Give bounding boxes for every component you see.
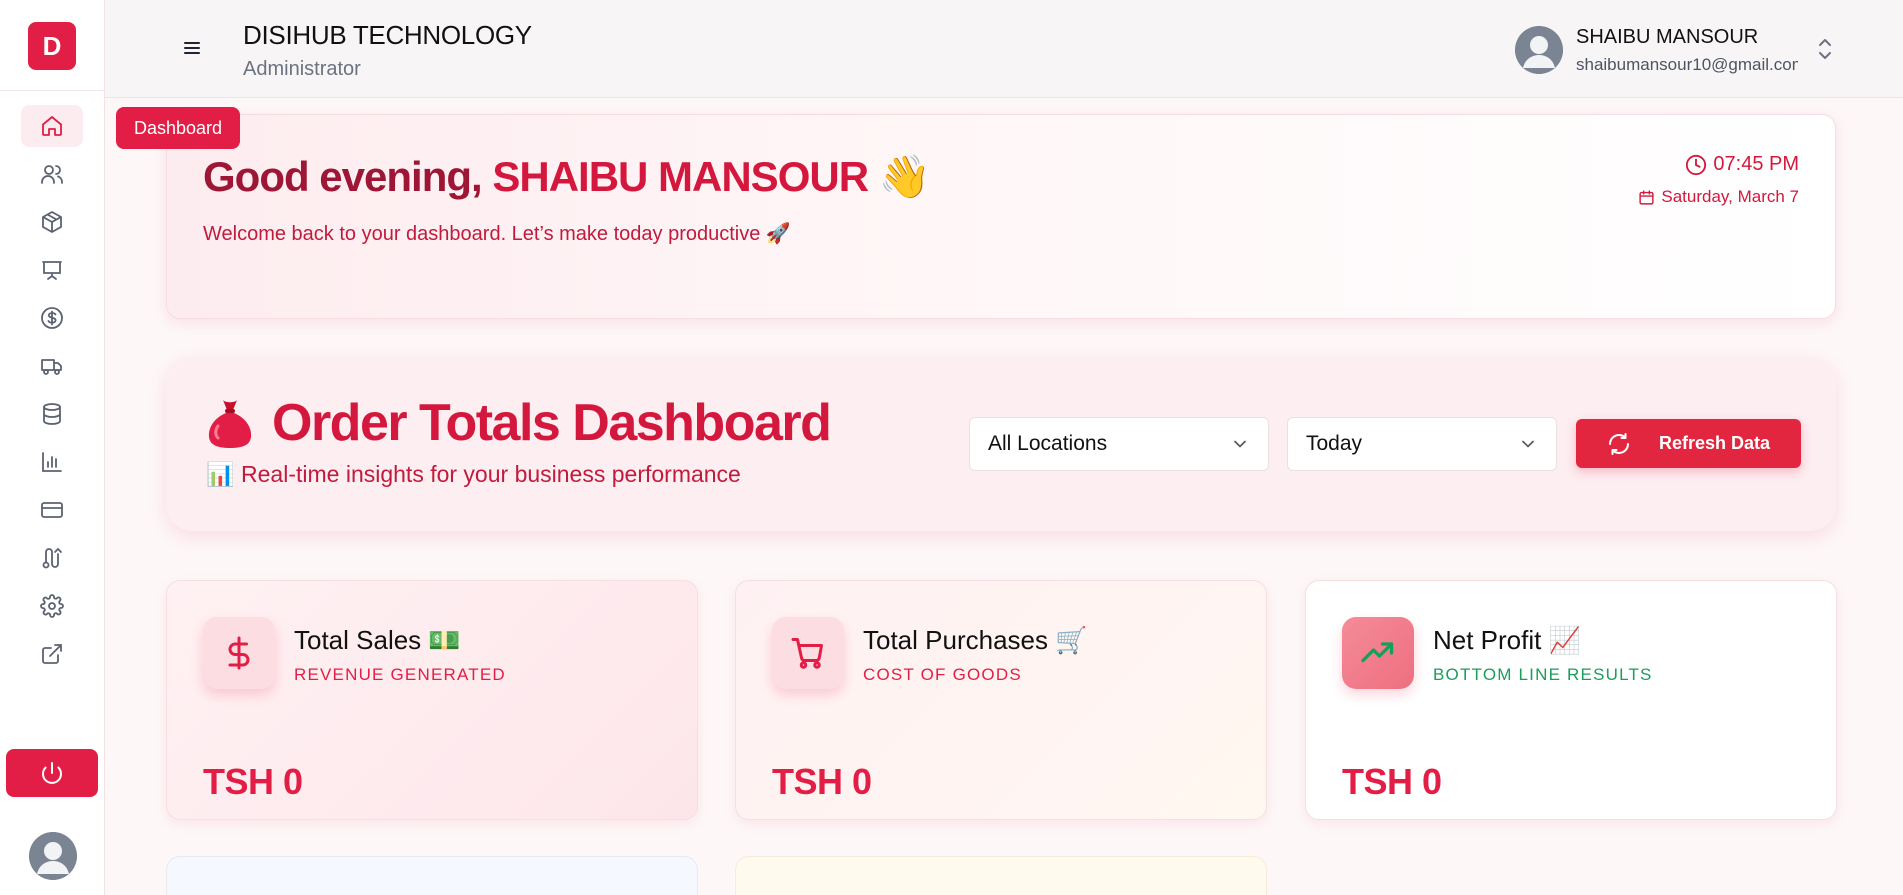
order-totals-card: Order Totals Dashboard 📊 Real-time insig… [166, 357, 1836, 531]
presentation-icon [42, 261, 62, 280]
truck-icon [41, 359, 62, 375]
sidebar-item-payments[interactable] [21, 489, 83, 531]
external-link-icon [42, 644, 62, 664]
user-name[interactable]: SHAIBU MANSOUR [1576, 26, 1758, 49]
refresh-data-label: Refresh Data [1658, 433, 1771, 453]
dollar-circle-icon [41, 307, 63, 329]
sidebar: D [0, 0, 105, 895]
sidebar-item-external[interactable] [21, 633, 83, 675]
sidebar-item-users[interactable] [21, 153, 83, 195]
time-text: 07:45 PM [1713, 153, 1799, 175]
user-role: Administrator [243, 58, 361, 80]
dollar-icon-tile [203, 617, 275, 689]
stat-card-partial-left[interactable] [166, 856, 698, 895]
chevron-down-icon [1234, 440, 1246, 448]
stat-label: COST OF GOODS [863, 665, 1022, 684]
chevron-down-icon [1522, 440, 1534, 448]
power-icon [42, 762, 62, 784]
clock-icon [1686, 154, 1707, 175]
stat-value: TSH 0 [1342, 761, 1442, 802]
top-header: DISIHUB TECHNOLOGY Administrator SHAIBU … [105, 0, 1903, 98]
user-silhouette-icon [29, 832, 77, 880]
sidebar-item-finance[interactable] [21, 297, 83, 339]
stat-label: REVENUE GENERATED [294, 665, 506, 684]
menu-toggle-button[interactable] [180, 36, 204, 60]
money-bag-icon [208, 400, 252, 448]
order-totals-title-text: Order Totals Dashboard [272, 394, 832, 452]
period-select[interactable]: Today [1287, 417, 1557, 471]
user-avatar[interactable] [1515, 26, 1563, 74]
stat-title: Net Profit 📈 [1433, 625, 1581, 655]
chevron-up-down-icon [1819, 39, 1831, 59]
user-silhouette-icon [1515, 26, 1563, 74]
stat-value: TSH 0 [772, 761, 872, 802]
company-name: DISIHUB TECHNOLOGY [243, 20, 532, 50]
location-select[interactable]: All Locations [969, 417, 1269, 471]
hamburger-icon [184, 42, 200, 54]
trending-up-icon [1361, 642, 1394, 663]
period-select-value: Today [1306, 432, 1363, 455]
sidebar-item-routes[interactable] [21, 537, 83, 579]
sidebar-item-products[interactable] [21, 201, 83, 243]
stat-card-total-purchases[interactable]: Total Purchases 🛒 COST OF GOODS TSH 0 [735, 580, 1267, 820]
dollar-icon [228, 636, 250, 670]
users-icon [41, 165, 63, 184]
sidebar-item-delivery[interactable] [21, 345, 83, 387]
current-time: 07:45 PM [1685, 153, 1799, 176]
wave-emoji-icon: 👋 [878, 153, 931, 200]
stat-value: TSH 0 [203, 761, 303, 802]
sidebar-item-settings[interactable] [21, 585, 83, 627]
stat-card-partial-middle[interactable] [735, 856, 1267, 895]
credit-card-icon [41, 502, 63, 518]
greeting-prefix: Good evening, [203, 153, 493, 200]
order-totals-title: Order Totals Dashboard [206, 393, 832, 453]
sidebar-item-home[interactable] [21, 105, 83, 147]
sidebar-divider [0, 90, 105, 91]
stat-label: BOTTOM LINE RESULTS [1433, 665, 1653, 684]
stat-title: Total Sales 💵 [294, 625, 461, 655]
stat-footnote-clipped [203, 811, 603, 819]
stat-footnote-clipped [772, 811, 1172, 819]
stat-footnote-clipped [1342, 811, 1742, 819]
sidebar-item-reports[interactable] [21, 441, 83, 483]
order-totals-subtitle: 📊 Real-time insights for your business p… [206, 461, 741, 487]
current-date: Saturday, March 7 [1638, 187, 1799, 207]
home-icon [42, 116, 62, 136]
sidebar-item-presentation[interactable] [21, 249, 83, 291]
cart-icon [791, 638, 823, 669]
dashboard-tooltip: Dashboard [116, 107, 241, 149]
refresh-data-button[interactable]: Refresh Data [1576, 419, 1801, 468]
logout-button[interactable] [6, 749, 98, 797]
greeting-title: Good evening, SHAIBU MANSOUR 👋 [203, 153, 931, 202]
user-email: shaibumansour10@gmail.com [1576, 55, 1798, 74]
cart-icon-tile [772, 617, 844, 689]
stat-title: Total Purchases 🛒 [863, 625, 1088, 655]
database-icon [43, 403, 61, 425]
stat-card-total-sales[interactable]: Total Sales 💵 REVENUE GENERATED TSH 0 [166, 580, 698, 820]
refresh-icon [1608, 432, 1629, 455]
app-logo[interactable]: D [28, 22, 76, 70]
route-icon [42, 547, 62, 569]
location-select-value: All Locations [988, 432, 1108, 455]
greeting-subtitle: Welcome back to your dashboard. Let’s ma… [203, 223, 791, 245]
gear-icon [40, 594, 64, 618]
stat-card-net-profit[interactable]: Net Profit 📈 BOTTOM LINE RESULTS TSH 0 [1305, 580, 1837, 820]
date-text: Saturday, March 7 [1661, 187, 1799, 206]
calendar-icon [1639, 189, 1654, 205]
box-icon [42, 211, 62, 233]
logo-letter: D [42, 30, 62, 61]
trend-icon-tile [1342, 617, 1414, 689]
sidebar-item-database[interactable] [21, 393, 83, 435]
sidebar-nav [21, 105, 83, 681]
sidebar-avatar[interactable] [29, 832, 77, 880]
user-menu-toggle[interactable] [1814, 36, 1836, 62]
bar-chart-icon [42, 452, 62, 472]
greeting-name: SHAIBU MANSOUR [492, 153, 869, 200]
greeting-card: Good evening, SHAIBU MANSOUR 👋 Welcome b… [166, 114, 1836, 319]
